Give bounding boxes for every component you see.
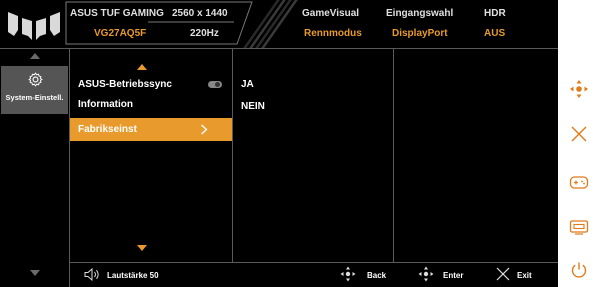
osd-window: ASUS TUF GAMING VG27AQ5F 2560 x 1440 220… — [0, 0, 558, 287]
gamepad-icon — [569, 176, 589, 189]
menu-item-label: Fabrikseinst — [78, 124, 137, 135]
option-yes[interactable]: JA — [241, 79, 254, 90]
model-label: VG27AQ5F — [94, 28, 147, 39]
header-bar: ASUS TUF GAMING VG27AQ5F 2560 x 1440 220… — [0, 0, 558, 48]
menu-divider — [232, 48, 233, 262]
menu-scroll-down-icon[interactable] — [137, 245, 147, 251]
footer-divider — [69, 262, 558, 263]
sidebar-item-system-settings[interactable]: System-Einstell. — [1, 66, 68, 114]
options-divider — [393, 48, 394, 262]
chevron-right-icon — [201, 124, 208, 135]
input-select-value: DisplayPort — [392, 28, 448, 39]
menu-item-information[interactable]: Information — [70, 95, 232, 115]
refresh-rate-label: 220Hz — [190, 28, 219, 39]
header-divider — [0, 48, 558, 49]
side-key-panel — [560, 60, 598, 287]
option-no[interactable]: NEIN — [241, 101, 265, 112]
resolution-label: 2560 x 1440 — [172, 8, 228, 19]
side-key-close[interactable] — [562, 117, 596, 151]
back-button[interactable]: Back — [367, 271, 386, 280]
toggle-knob — [215, 82, 220, 87]
brand-label: ASUS TUF GAMING — [70, 8, 164, 19]
menu-item-label: Information — [78, 99, 133, 110]
close-icon — [496, 267, 510, 281]
speaker-icon — [84, 268, 99, 281]
power-icon — [571, 262, 587, 278]
input-select-label: Eingangswahl — [386, 8, 454, 19]
menu-item-factory-reset[interactable]: Fabrikseinst — [70, 118, 232, 141]
menu-item-label: ASUS-Betriebssync — [78, 79, 172, 90]
side-key-gameplus[interactable] — [562, 166, 596, 200]
volume-label[interactable]: Lautstärke 50 — [107, 271, 159, 280]
five-way-navigation-icon — [340, 266, 356, 282]
hdr-label: HDR — [484, 8, 506, 19]
close-icon — [571, 126, 587, 142]
sidebar-item-label: System-Einstell. — [5, 93, 64, 102]
sidebar-scroll-up-icon[interactable] — [30, 53, 40, 59]
enter-button[interactable]: Enter — [443, 271, 463, 280]
menu-scroll-up-icon[interactable] — [137, 64, 147, 70]
tuf-logo-icon — [8, 12, 60, 40]
gamevisual-value: Rennmodus — [304, 28, 362, 39]
sync-toggle[interactable] — [208, 81, 222, 88]
gamevisual-label: GameVisual — [302, 8, 360, 19]
side-key-navigate[interactable] — [562, 72, 596, 106]
five-way-navigation-icon — [418, 266, 434, 282]
five-way-navigation-icon — [570, 80, 588, 98]
side-key-input[interactable] — [562, 210, 596, 244]
side-key-power[interactable] — [562, 253, 596, 287]
hdr-value: AUS — [484, 28, 506, 39]
sidebar-scroll-down-icon[interactable] — [30, 270, 40, 276]
exit-button[interactable]: Exit — [517, 271, 532, 280]
menu-item-asus-sync[interactable]: ASUS-Betriebssync — [70, 75, 232, 95]
gear-icon — [28, 72, 43, 87]
input-source-icon — [569, 220, 589, 235]
